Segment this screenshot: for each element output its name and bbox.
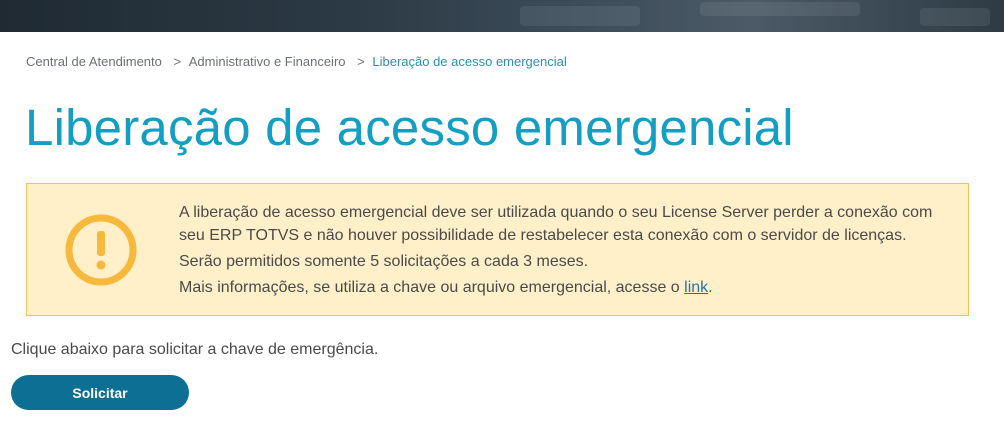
alert-message: A liberação de acesso emergencial deve s…	[179, 201, 949, 302]
warning-alert: A liberação de acesso emergencial deve s…	[26, 183, 969, 316]
alert-line-3-text: Mais informações, se utiliza a chave ou …	[179, 279, 685, 296]
breadcrumb-separator: >	[173, 54, 182, 69]
page-title: Liberação de acesso emergencial	[25, 99, 794, 156]
request-button[interactable]: Solicitar	[11, 375, 189, 410]
breadcrumb-item-central[interactable]: Central de Atendimento	[26, 54, 162, 69]
alert-line-3-suffix: .	[708, 279, 713, 296]
alert-line-2: Serão permitidos somente 5 solicitações …	[179, 253, 589, 270]
breadcrumb-item-administrativo[interactable]: Administrativo e Financeiro	[189, 54, 346, 69]
alert-line-1: A liberação de acesso emergencial deve s…	[179, 204, 933, 244]
exclamation-circle-icon	[65, 214, 137, 286]
breadcrumb-item-current: Liberação de acesso emergencial	[372, 54, 567, 69]
alert-line-3: Mais informações, se utiliza a chave ou …	[179, 276, 949, 299]
breadcrumb: Central de Atendimento > Administrativo …	[26, 54, 567, 69]
breadcrumb-separator: >	[357, 54, 365, 69]
intro-text: Clique abaixo para solicitar a chave de …	[11, 341, 379, 358]
info-link[interactable]: link	[684, 279, 708, 296]
hero-banner	[0, 0, 1004, 32]
